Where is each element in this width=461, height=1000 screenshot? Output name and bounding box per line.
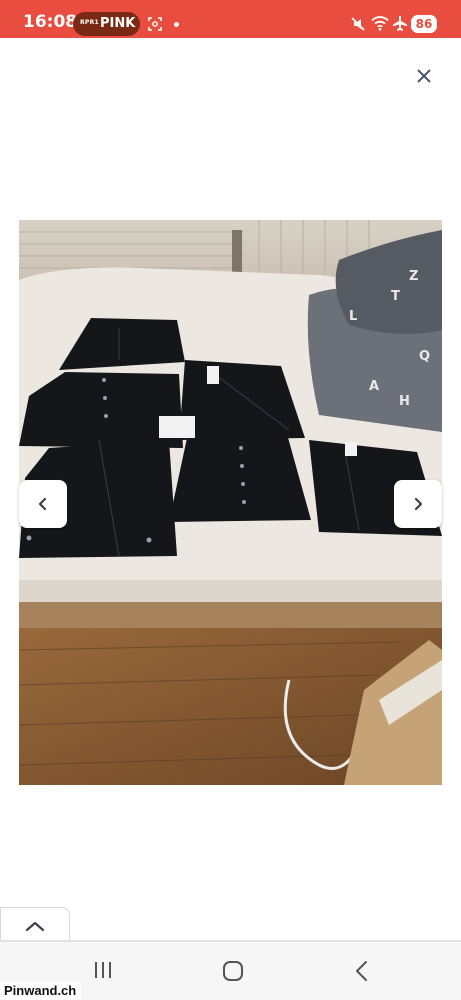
clock: 16:08 xyxy=(23,12,78,32)
next-image-button[interactable] xyxy=(394,480,442,528)
recent-apps-icon[interactable] xyxy=(92,960,114,980)
svg-text:H: H xyxy=(399,394,410,409)
svg-text:A: A xyxy=(369,379,379,394)
chevron-up-icon xyxy=(25,921,45,932)
radio-station-tag: RPR1 xyxy=(80,19,100,26)
svg-text:L: L xyxy=(349,309,357,324)
airplane-icon xyxy=(393,16,407,31)
status-bar: 16:08 RPR1 PINK 86 xyxy=(0,0,461,38)
notification-dot-icon xyxy=(174,22,179,27)
watermark: Pinwand.ch xyxy=(0,982,82,1000)
mute-icon xyxy=(351,17,365,31)
home-icon[interactable] xyxy=(222,960,244,982)
wifi-icon xyxy=(371,16,389,31)
chevron-left-icon xyxy=(38,497,47,511)
svg-text:Z: Z xyxy=(409,269,418,284)
chevron-right-icon xyxy=(414,497,423,511)
battery-badge: 86 xyxy=(411,15,437,33)
svg-text:Q: Q xyxy=(419,349,430,364)
radio-pill[interactable]: RPR1 PINK xyxy=(73,12,140,36)
previous-image-button[interactable] xyxy=(19,480,67,528)
screenshot-icon xyxy=(148,17,162,31)
battery-level: 86 xyxy=(415,17,433,31)
close-icon[interactable] xyxy=(410,62,438,90)
photo-illustration: ZT Q H A L xyxy=(19,220,442,785)
back-icon[interactable] xyxy=(352,960,372,982)
product-photo: ZT Q H A L xyxy=(19,220,442,785)
radio-station-name: PINK xyxy=(100,16,136,31)
expand-drawer-button[interactable] xyxy=(0,907,70,941)
svg-text:T: T xyxy=(391,289,400,304)
